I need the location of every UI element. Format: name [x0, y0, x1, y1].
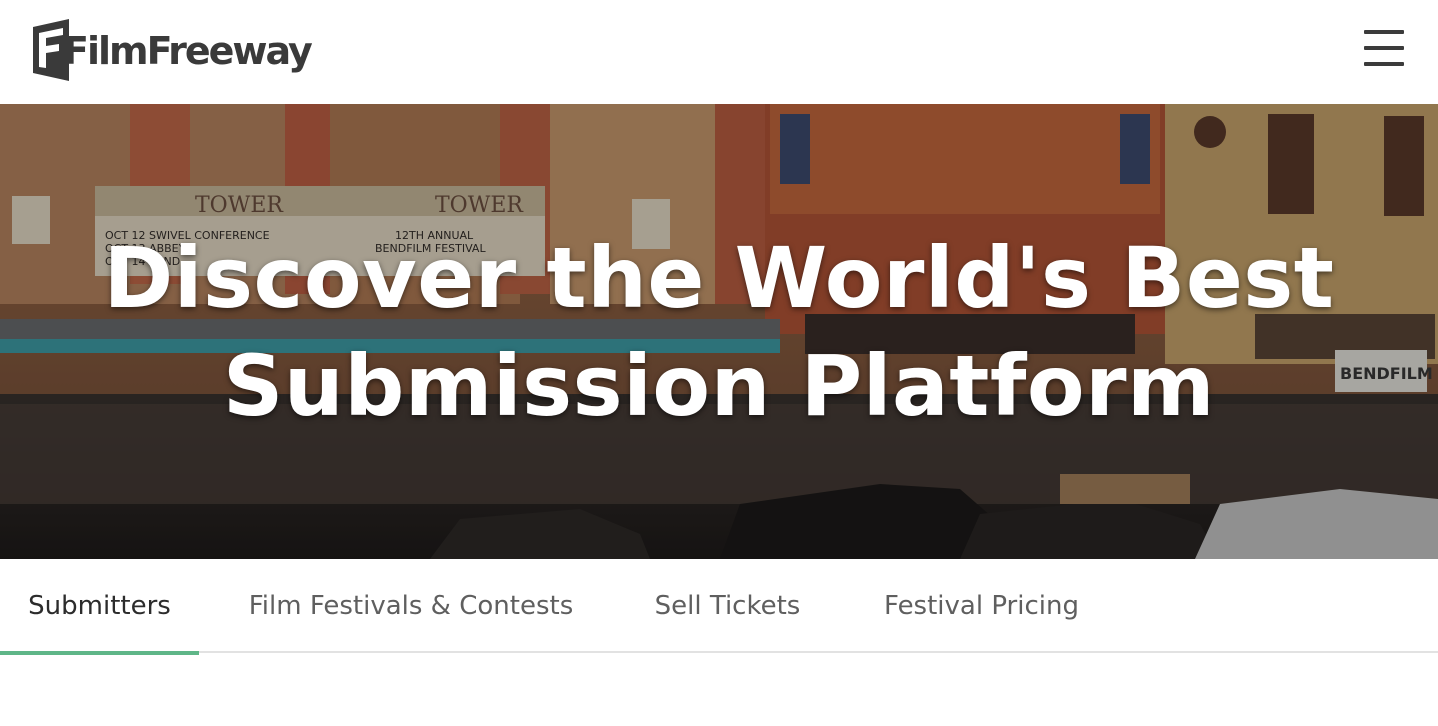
menu-bar	[1364, 30, 1404, 34]
tab-submitters[interactable]: Submitters	[0, 559, 199, 655]
logo-mark-icon	[33, 19, 69, 81]
tab-festival-pricing[interactable]: Festival Pricing	[878, 559, 1085, 653]
tab-film-festivals-contests-label: Film Festivals & Contests	[248, 591, 574, 621]
hamburger-menu-button[interactable]	[1362, 28, 1406, 68]
site-header: FilmFreeway	[0, 0, 1438, 104]
menu-bar	[1364, 46, 1404, 50]
tab-sell-tickets-label: Sell Tickets	[654, 591, 801, 621]
tab-festival-pricing-label: Festival Pricing	[884, 591, 1079, 621]
hero-banner: TOWER TOWER OCT 12 SWIVEL CONFERENCE OCT…	[0, 104, 1438, 559]
tab-submitters-label: Submitters	[28, 591, 171, 621]
hero-title: Discover the World's Best Submission Pla…	[0, 224, 1438, 440]
tab-film-festivals-contests[interactable]: Film Festivals & Contests	[245, 559, 577, 653]
menu-bar	[1364, 62, 1404, 66]
audience-tabs: Submitters Film Festivals & Contests Sel…	[0, 559, 1438, 655]
logo-text: FilmFreeway	[63, 29, 313, 73]
filmfreeway-logo[interactable]: FilmFreeway	[33, 19, 313, 81]
hero-title-line-1: Discover the World's Best	[103, 229, 1335, 327]
hero-title-line-2: Submission Platform	[222, 337, 1216, 435]
tab-sell-tickets[interactable]: Sell Tickets	[650, 559, 805, 653]
